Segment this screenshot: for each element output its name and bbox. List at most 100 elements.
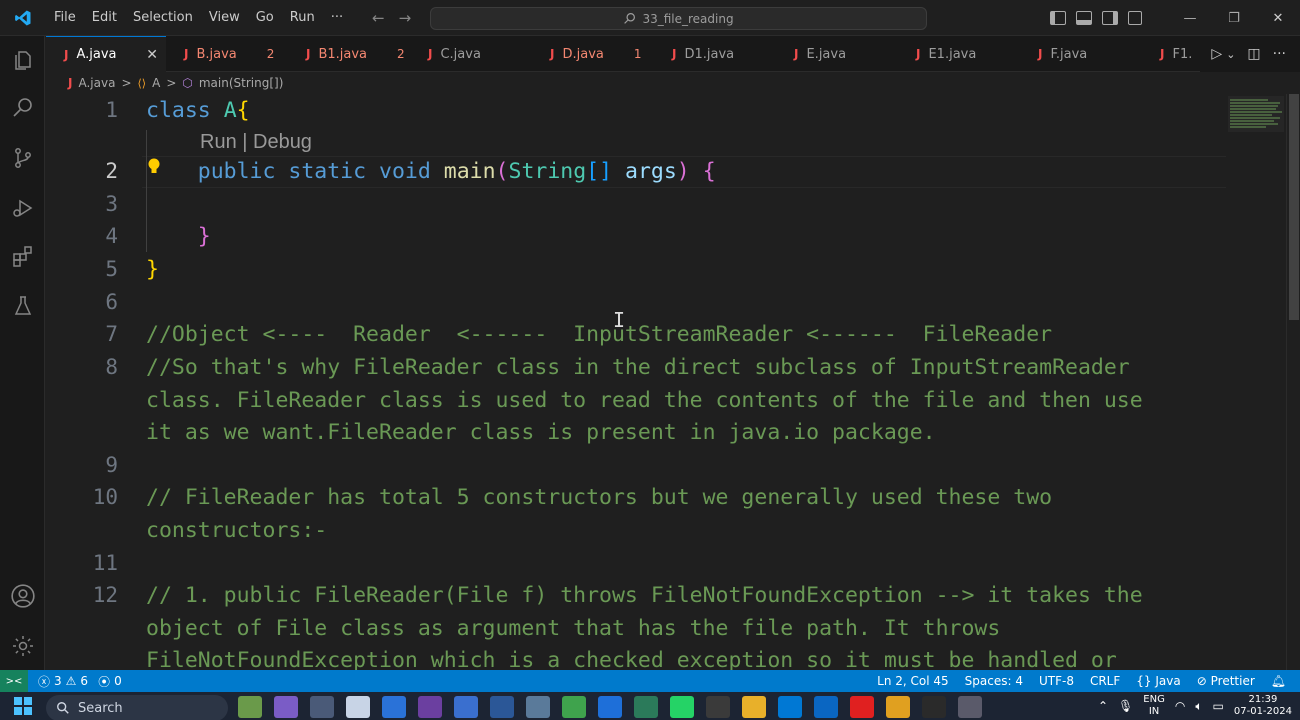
toggle-primary-sidebar-icon[interactable] (1050, 11, 1066, 25)
menu-more[interactable]: ··· (323, 10, 351, 25)
minimap[interactable] (1228, 96, 1284, 132)
code-editor[interactable]: Run | Debug 1 class A{ 2 public static v… (46, 94, 1300, 670)
taskbar-app-icon[interactable] (886, 696, 910, 718)
windows-start-icon[interactable] (0, 692, 46, 720)
volume-icon[interactable]: 🔈︎ (1195, 699, 1202, 714)
menu-go[interactable]: Go (248, 10, 282, 25)
battery-icon[interactable]: ▭ (1213, 699, 1224, 713)
indentation[interactable]: Spaces: 4 (965, 674, 1023, 688)
forward-arrow-icon[interactable]: → (399, 9, 412, 27)
chevron-down-icon[interactable]: ⌄ (1226, 48, 1235, 61)
prettier-status[interactable]: ⊘ Prettier (1197, 674, 1255, 688)
tab-c-java[interactable]: J C.java (410, 36, 532, 72)
explorer-icon[interactable] (0, 36, 45, 84)
taskbar-app-icon[interactable] (490, 696, 514, 718)
back-arrow-icon[interactable]: ← (372, 9, 385, 27)
taskbar-app-icon[interactable] (238, 696, 262, 718)
taskbar-app-icon[interactable] (958, 696, 982, 718)
taskbar-app-icon[interactable] (562, 696, 586, 718)
encoding[interactable]: UTF-8 (1039, 674, 1074, 688)
toggle-panel-icon[interactable] (1076, 11, 1092, 25)
taskbar-app-icon[interactable] (454, 696, 478, 718)
tab-f1-[interactable]: J F1. (1142, 36, 1202, 72)
taskbar-app-icon[interactable] (670, 696, 694, 718)
search-icon (624, 13, 636, 24)
taskbar-app-icon[interactable] (346, 696, 370, 718)
taskbar-app-icon[interactable] (778, 696, 802, 718)
tab-b-java[interactable]: J B.java 2 (166, 36, 288, 72)
search-icon[interactable] (0, 84, 45, 132)
java-file-icon: J (64, 47, 69, 62)
problems-indicator[interactable]: ⓧ 3 ⚠ 6 (38, 673, 88, 690)
ports-indicator[interactable]: ⦿ 0 (98, 673, 122, 690)
editor-tabs: J A.java ✕ J B.java 2 J B1.java 2 J C.java J D.java 1… (46, 36, 1300, 72)
breadcrumb-class[interactable]: A (152, 76, 160, 90)
taskbar-app-icon[interactable] (742, 696, 766, 718)
tab-d-java[interactable]: J D.java 1 (532, 36, 654, 72)
language-indicator[interactable]: ENG IN (1143, 694, 1165, 718)
end-of-line[interactable]: CRLF (1090, 674, 1120, 688)
taskbar-app-icon[interactable] (814, 696, 838, 718)
java-file-icon: J (916, 47, 921, 61)
source-control-icon[interactable] (0, 134, 45, 182)
toggle-secondary-sidebar-icon[interactable] (1102, 11, 1118, 25)
tab-d1-java[interactable]: J D1.java (654, 36, 776, 72)
close-tab-icon[interactable]: ✕ (146, 47, 158, 63)
remote-indicator[interactable]: >< (0, 670, 28, 692)
split-editor-icon[interactable]: ◫ (1247, 46, 1260, 62)
system-tray: ⌃ 🎙︎ ENG IN ◠ 🔈︎ ▭ 21:39 07-01-2024 (1098, 694, 1292, 718)
taskbar-app-icon[interactable] (706, 696, 730, 718)
microphone-icon[interactable]: 🎙︎ (1118, 699, 1133, 713)
vertical-scrollbar[interactable] (1286, 94, 1300, 670)
run-debug-icon[interactable] (0, 184, 45, 232)
java-file-icon: J (68, 76, 73, 90)
tray-chevron-up-icon[interactable]: ⌃ (1098, 699, 1108, 713)
menu-view[interactable]: View (201, 10, 248, 25)
run-file-icon[interactable]: ▷ (1211, 46, 1222, 62)
taskbar-app-icon[interactable] (634, 696, 658, 718)
taskbar-app-icon[interactable] (598, 696, 622, 718)
testing-icon[interactable] (0, 282, 45, 330)
cursor-position[interactable]: Ln 2, Col 45 (877, 674, 949, 688)
menu-run[interactable]: Run (282, 10, 323, 25)
tab-a-java[interactable]: J A.java ✕ (46, 36, 166, 72)
taskbar-app-icon[interactable] (274, 696, 298, 718)
tab-e1-java[interactable]: J E1.java (898, 36, 1020, 72)
taskbar-app-icon[interactable] (310, 696, 334, 718)
menu-edit[interactable]: Edit (84, 10, 125, 25)
breadcrumb-file[interactable]: A.java (78, 76, 115, 90)
notifications-bell-icon[interactable]: 🔔︎ (1271, 674, 1286, 688)
extensions-icon[interactable] (0, 232, 45, 280)
more-actions-icon[interactable]: ··· (1273, 46, 1286, 62)
tab-b1-java[interactable]: J B1.java 2 (288, 36, 410, 72)
java-file-icon: J (1160, 47, 1165, 61)
account-icon[interactable] (0, 572, 45, 620)
code-lens-run-debug[interactable]: Run | Debug (200, 131, 312, 154)
tab-e-java[interactable]: J E.java (776, 36, 898, 72)
close-window-button[interactable]: ✕ (1256, 0, 1300, 36)
taskbar-app-icon[interactable] (382, 696, 406, 718)
taskbar-app-icon[interactable] (526, 696, 550, 718)
clock[interactable]: 21:39 07-01-2024 (1234, 694, 1292, 718)
settings-gear-icon[interactable] (0, 622, 45, 670)
command-center[interactable]: 33_file_reading (430, 7, 927, 30)
restore-button[interactable]: ❐ (1212, 0, 1256, 36)
wifi-icon[interactable]: ◠ (1175, 699, 1185, 713)
comment: // FileReader has total 5 constructors b… (146, 485, 1053, 510)
tab-f-java[interactable]: J F.java (1020, 36, 1142, 72)
java-file-icon: J (794, 47, 799, 61)
line-number: 5 (105, 257, 118, 281)
taskbar-search[interactable]: Search (46, 695, 228, 720)
taskbar-app-icon[interactable] (850, 696, 874, 718)
language-mode[interactable]: {} Java (1136, 674, 1180, 688)
menu-selection[interactable]: Selection (125, 10, 201, 25)
breadcrumb-method[interactable]: main(String[]) (199, 76, 284, 90)
menu-file[interactable]: File (46, 10, 84, 25)
line-number: 12 (92, 583, 118, 607)
scrollbar-thumb[interactable] (1289, 94, 1299, 320)
customize-layout-icon[interactable] (1128, 11, 1142, 25)
taskbar-app-icon[interactable] (922, 696, 946, 718)
java-file-icon: J (672, 47, 677, 61)
taskbar-app-icon[interactable] (418, 696, 442, 718)
minimize-button[interactable]: — (1168, 0, 1212, 36)
